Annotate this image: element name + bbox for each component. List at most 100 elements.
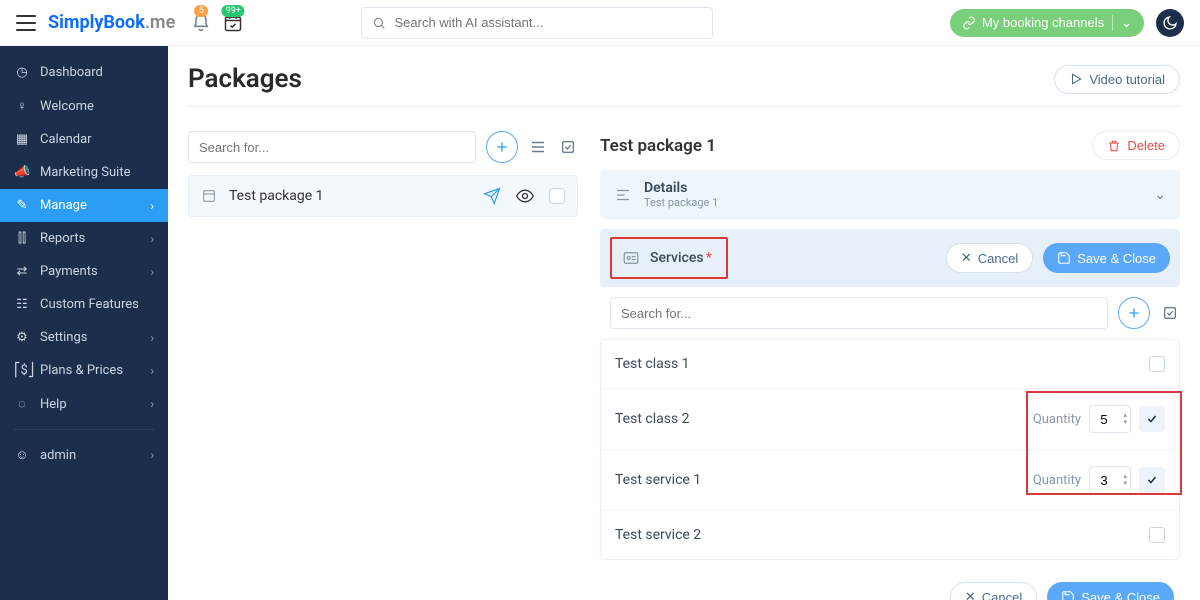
user-icon: ☺ — [14, 447, 30, 463]
details-subtitle: Test package 1 — [644, 196, 718, 209]
packages-search-input[interactable] — [188, 131, 476, 163]
service-row[interactable]: Test service 2 — [601, 510, 1179, 559]
service-name: Test class 2 — [615, 411, 690, 427]
delete-button[interactable]: Delete — [1092, 131, 1180, 160]
play-icon — [1069, 72, 1083, 86]
video-tutorial-button[interactable]: Video tutorial — [1054, 65, 1180, 94]
plus-icon — [494, 139, 510, 155]
chevron-right-icon: › — [150, 397, 154, 411]
sidebar-item-dashboard[interactable]: ◷Dashboard — [0, 56, 168, 89]
services-icon — [622, 249, 640, 267]
calendar-check-button[interactable]: 99+ — [223, 13, 243, 33]
details-section-header[interactable]: Details Test package 1 ⌄ — [600, 170, 1180, 219]
page-title: Packages — [188, 64, 302, 94]
quantity-stepper[interactable]: ▴▾ — [1123, 473, 1127, 487]
chevron-down-icon[interactable]: ▾ — [1123, 419, 1127, 426]
chevron-down-icon: ⌄ — [1154, 187, 1166, 203]
gear-icon: ⚙ — [14, 330, 30, 345]
notifications-badge: 5 — [194, 5, 208, 18]
calendar-badge: 99+ — [222, 5, 245, 18]
check-icon — [1146, 474, 1158, 486]
header-divider — [188, 106, 1180, 107]
sidebar-item-calendar[interactable]: ▦ Calendar — [0, 123, 168, 156]
menu-toggle[interactable] — [16, 15, 36, 31]
package-icon — [201, 188, 217, 204]
notifications-button[interactable]: 5 — [191, 13, 211, 33]
sidebar-item-label: Settings — [40, 330, 87, 345]
chart-icon: ⫿⫿ — [14, 231, 30, 246]
sidebar-separator — [14, 429, 154, 430]
service-row[interactable]: Test class 2 Quantity ▴▾ — [601, 388, 1179, 449]
service-checkbox[interactable] — [1149, 527, 1165, 543]
sidebar-item-plans[interactable]: ⎡$⎦ Plans & Prices › — [0, 354, 168, 387]
sidebar-item-label: Calendar — [40, 132, 92, 147]
list-icon — [529, 138, 547, 156]
required-asterisk: * — [706, 250, 712, 266]
save-icon — [1057, 251, 1071, 265]
cancel-button[interactable]: ✕ Cancel — [946, 243, 1033, 273]
service-checkbox[interactable] — [1149, 356, 1165, 372]
sidebar-item-welcome[interactable]: ♀Welcome — [0, 89, 168, 123]
package-list-item[interactable]: Test package 1 — [188, 175, 578, 217]
gauge-icon: ◷ — [14, 65, 30, 80]
sidebar-item-manage[interactable]: ✎Manage› — [0, 189, 168, 222]
chevron-right-icon: › — [150, 199, 154, 213]
cancel-label: Cancel — [978, 251, 1018, 266]
sidebar-item-admin[interactable]: ☺ admin › — [0, 438, 168, 472]
quantity-stepper[interactable]: ▴▾ — [1123, 412, 1127, 426]
sidebar-item-label: Help — [40, 397, 67, 412]
theme-toggle[interactable] — [1156, 9, 1184, 37]
close-icon: ✕ — [965, 589, 976, 600]
sidebar-item-label: Plans & Prices — [40, 363, 123, 378]
sidebar-item-reports[interactable]: ⫿⫿Reports› — [0, 222, 168, 255]
add-package-button[interactable] — [486, 131, 518, 163]
sidebar-item-help[interactable]: ◌Help› — [0, 387, 168, 421]
check-icon — [1146, 413, 1158, 425]
chevron-right-icon: › — [150, 364, 154, 378]
payments-icon: ⇄ — [14, 264, 30, 279]
save-close-button-footer[interactable]: Save & Close — [1047, 582, 1174, 600]
service-selected-chip[interactable] — [1139, 467, 1165, 493]
sidebar-item-marketing[interactable]: 📣Marketing Suite — [0, 156, 168, 189]
details-title: Details — [644, 180, 718, 196]
sidebar-item-payments[interactable]: ⇄Payments› — [0, 255, 168, 288]
sidebar-item-custom-features[interactable]: ☷Custom Features — [0, 288, 168, 321]
service-selected-chip[interactable] — [1139, 406, 1165, 432]
global-search-input[interactable] — [394, 15, 702, 30]
close-icon: ✕ — [961, 250, 972, 266]
cancel-button-footer[interactable]: ✕ Cancel — [950, 582, 1037, 600]
services-search-input[interactable] — [610, 297, 1108, 329]
services-header-highlight: Services* — [610, 237, 728, 279]
topbar: SimplyBook.me 5 99+ My booking channels … — [0, 0, 1200, 46]
chevron-right-icon: › — [150, 448, 154, 462]
quantity-label: Quantity — [1033, 473, 1081, 488]
details-icon — [614, 186, 632, 204]
check-square-icon — [1162, 305, 1178, 321]
list-view-button[interactable] — [528, 137, 548, 157]
services-section-header: Services* ✕ Cancel Save & Close — [600, 229, 1180, 287]
select-all-services-button[interactable] — [1160, 303, 1180, 323]
global-search[interactable] — [361, 7, 713, 39]
calendar-icon: ▦ — [14, 132, 30, 147]
booking-channels-label: My booking channels — [982, 15, 1104, 30]
chevron-down-icon[interactable]: ▾ — [1123, 480, 1127, 487]
service-row[interactable]: Test class 1 — [601, 340, 1179, 388]
package-name: Test package 1 — [229, 188, 324, 204]
delete-label: Delete — [1127, 138, 1165, 153]
eye-icon[interactable] — [515, 186, 535, 206]
money-icon: ⎡$⎦ — [14, 363, 30, 378]
service-row[interactable]: Test service 1 Quantity ▴▾ — [601, 449, 1179, 510]
package-checkbox[interactable] — [549, 188, 565, 204]
select-all-button[interactable] — [558, 137, 578, 157]
moon-icon — [1162, 15, 1178, 31]
pencil-icon: ✎ — [14, 198, 30, 213]
brand-logo[interactable]: SimplyBook.me — [48, 12, 175, 33]
save-close-button[interactable]: Save & Close — [1043, 243, 1170, 273]
send-icon[interactable] — [483, 187, 501, 205]
booking-channels-button[interactable]: My booking channels ⌄ — [950, 9, 1144, 37]
sidebar-item-settings[interactable]: ⚙Settings› — [0, 321, 168, 354]
add-service-button[interactable] — [1118, 297, 1150, 329]
sidebar-item-label: Marketing Suite — [40, 165, 131, 180]
sidebar-item-label: Reports — [40, 231, 85, 246]
sidebar-item-label: admin — [40, 448, 76, 463]
